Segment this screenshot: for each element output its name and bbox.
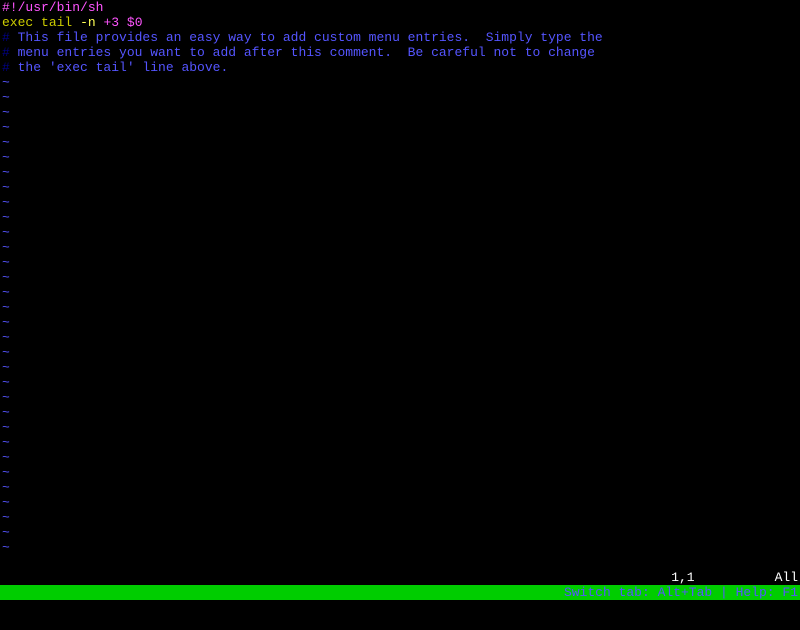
empty-line-tilde: ~ [2, 210, 798, 225]
empty-line-tilde: ~ [2, 525, 798, 540]
shebang-line: #!/usr/bin/sh [2, 0, 798, 15]
empty-line-tilde: ~ [2, 405, 798, 420]
vim-status-line: "/etc/grub.d/40_custom" 5L, 218B 1,1 All [0, 570, 800, 585]
empty-line-tilde: ~ [2, 105, 798, 120]
comment-text: the 'exec tail' line above. [10, 60, 228, 75]
comment-hash: # [2, 45, 10, 60]
comment-line-3: # the 'exec tail' line above. [2, 60, 798, 75]
comment-hash: # [2, 30, 10, 45]
status-scroll-indicator: All [775, 570, 798, 585]
comment-text: menu entries you want to add after this … [10, 45, 595, 60]
tmux-windows-list[interactable]: [anaconda]1:main* 2:shell 3:log 4:storag… [2, 585, 517, 600]
empty-line-tilde: ~ [2, 465, 798, 480]
empty-line-tilde: ~ [2, 255, 798, 270]
empty-line-tilde: ~ [2, 420, 798, 435]
empty-line-tilde: ~ [2, 510, 798, 525]
empty-line-tilde: ~ [2, 450, 798, 465]
tmux-session-name: [anaconda] [33, 600, 111, 615]
shebang-text: #!/usr/bin/sh [2, 0, 103, 15]
empty-line-tilde: ~ [2, 270, 798, 285]
tmux-help-hint: Switch tab: Alt+Tab | Help: F1 [564, 585, 798, 600]
empty-line-tilde: ~ [2, 75, 798, 90]
editor-viewport[interactable]: #!/usr/bin/sh exec tail -n +3 $0 # This … [0, 0, 800, 570]
tmux-status-bar: [anaconda]1:main* 2:shell 3:log 4:storag… [0, 585, 800, 600]
tmux-window-tabs[interactable]: 1:main* 2:shell 3:log 4:storage-log 5:pr… [111, 600, 517, 615]
empty-line-tilde: ~ [2, 435, 798, 450]
empty-line-tilde: ~ [2, 285, 798, 300]
empty-line-tilde: ~ [2, 150, 798, 165]
comment-line-1: # This file provides an easy way to add … [2, 30, 798, 45]
comment-text: This file provides an easy way to add cu… [10, 30, 603, 45]
empty-line-tilde: ~ [2, 480, 798, 495]
empty-line-tilde: ~ [2, 300, 798, 315]
comment-line-2: # menu entries you want to add after thi… [2, 45, 798, 60]
empty-line-tilde: ~ [2, 360, 798, 375]
exec-tail: tail [41, 15, 72, 30]
empty-line-tilde: ~ [2, 375, 798, 390]
empty-line-tilde: ~ [2, 225, 798, 240]
empty-line-tilde: ~ [2, 165, 798, 180]
empty-line-tilde: ~ [2, 90, 798, 105]
exec-line: exec tail -n +3 $0 [2, 15, 798, 30]
empty-line-tilde: ~ [2, 195, 798, 210]
exec-keyword: exec [2, 15, 33, 30]
status-cursor-position: 1,1 [671, 570, 694, 585]
exec-num: +3 [103, 15, 119, 30]
empty-line-tilde: ~ [2, 135, 798, 150]
empty-line-tilde: ~ [2, 330, 798, 345]
empty-line-tilde: ~ [2, 180, 798, 195]
empty-line-tilde: ~ [2, 120, 798, 135]
exec-flag: -n [80, 15, 96, 30]
empty-line-tilde: ~ [2, 540, 798, 555]
empty-line-tilde: ~ [2, 240, 798, 255]
empty-line-tilde: ~ [2, 345, 798, 360]
empty-line-tilde: ~ [2, 315, 798, 330]
exec-arg: $0 [127, 15, 143, 30]
empty-line-tilde: ~ [2, 495, 798, 510]
empty-line-tilde: ~ [2, 390, 798, 405]
comment-hash: # [2, 60, 10, 75]
